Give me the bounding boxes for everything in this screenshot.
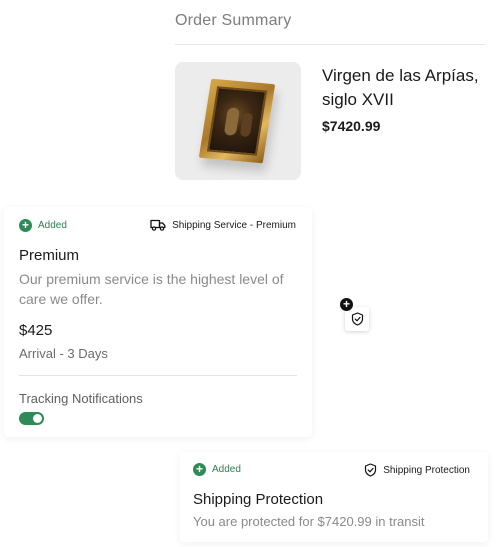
painting-frame (198, 78, 276, 164)
added-status: + Added (193, 463, 241, 476)
tier-price: $425 (19, 322, 53, 339)
shield-check-icon (365, 463, 377, 477)
protection-label-text: Shipping Protection (383, 464, 470, 476)
tracking-label: Tracking Notifications (19, 391, 143, 406)
product-image (175, 62, 301, 180)
tier-arrival: Arrival - 3 Days (19, 346, 108, 361)
order-summary-divider (175, 44, 485, 45)
order-summary-title: Order Summary (175, 12, 292, 29)
tracking-toggle[interactable] (19, 412, 44, 425)
added-status: + Added (19, 219, 67, 232)
protection-title: Shipping Protection (193, 491, 324, 508)
shipping-protection-card[interactable]: + Added Shipping Protection Shipping Pro… (180, 452, 488, 542)
protection-service-label: Shipping Protection (364, 463, 470, 477)
card-divider (19, 375, 297, 376)
service-label-text: Shipping Service - Premium (172, 219, 296, 231)
shipping-service-label: Shipping Service - Premium (150, 219, 296, 231)
tier-name: Premium (19, 247, 80, 264)
added-label: Added (212, 464, 241, 475)
premium-shipping-card[interactable]: + Added Shipping Service - Premium Premi… (4, 207, 312, 437)
plus-circle-icon: + (19, 219, 32, 232)
protection-description: You are protected for $7420.99 in transi… (193, 514, 425, 529)
shield-check-icon (351, 312, 363, 326)
truck-icon (150, 219, 166, 231)
added-label: Added (38, 220, 67, 231)
plus-circle-icon[interactable]: + (340, 298, 353, 311)
product-name: Virgen de las Arpías, siglo XVII (322, 66, 479, 109)
protection-widget[interactable]: + (340, 298, 370, 331)
product-price: $7420.99 (322, 118, 381, 134)
plus-circle-icon: + (193, 463, 206, 476)
tier-description: Our premium service is the highest level… (19, 271, 284, 307)
toggle-knob (33, 414, 42, 423)
